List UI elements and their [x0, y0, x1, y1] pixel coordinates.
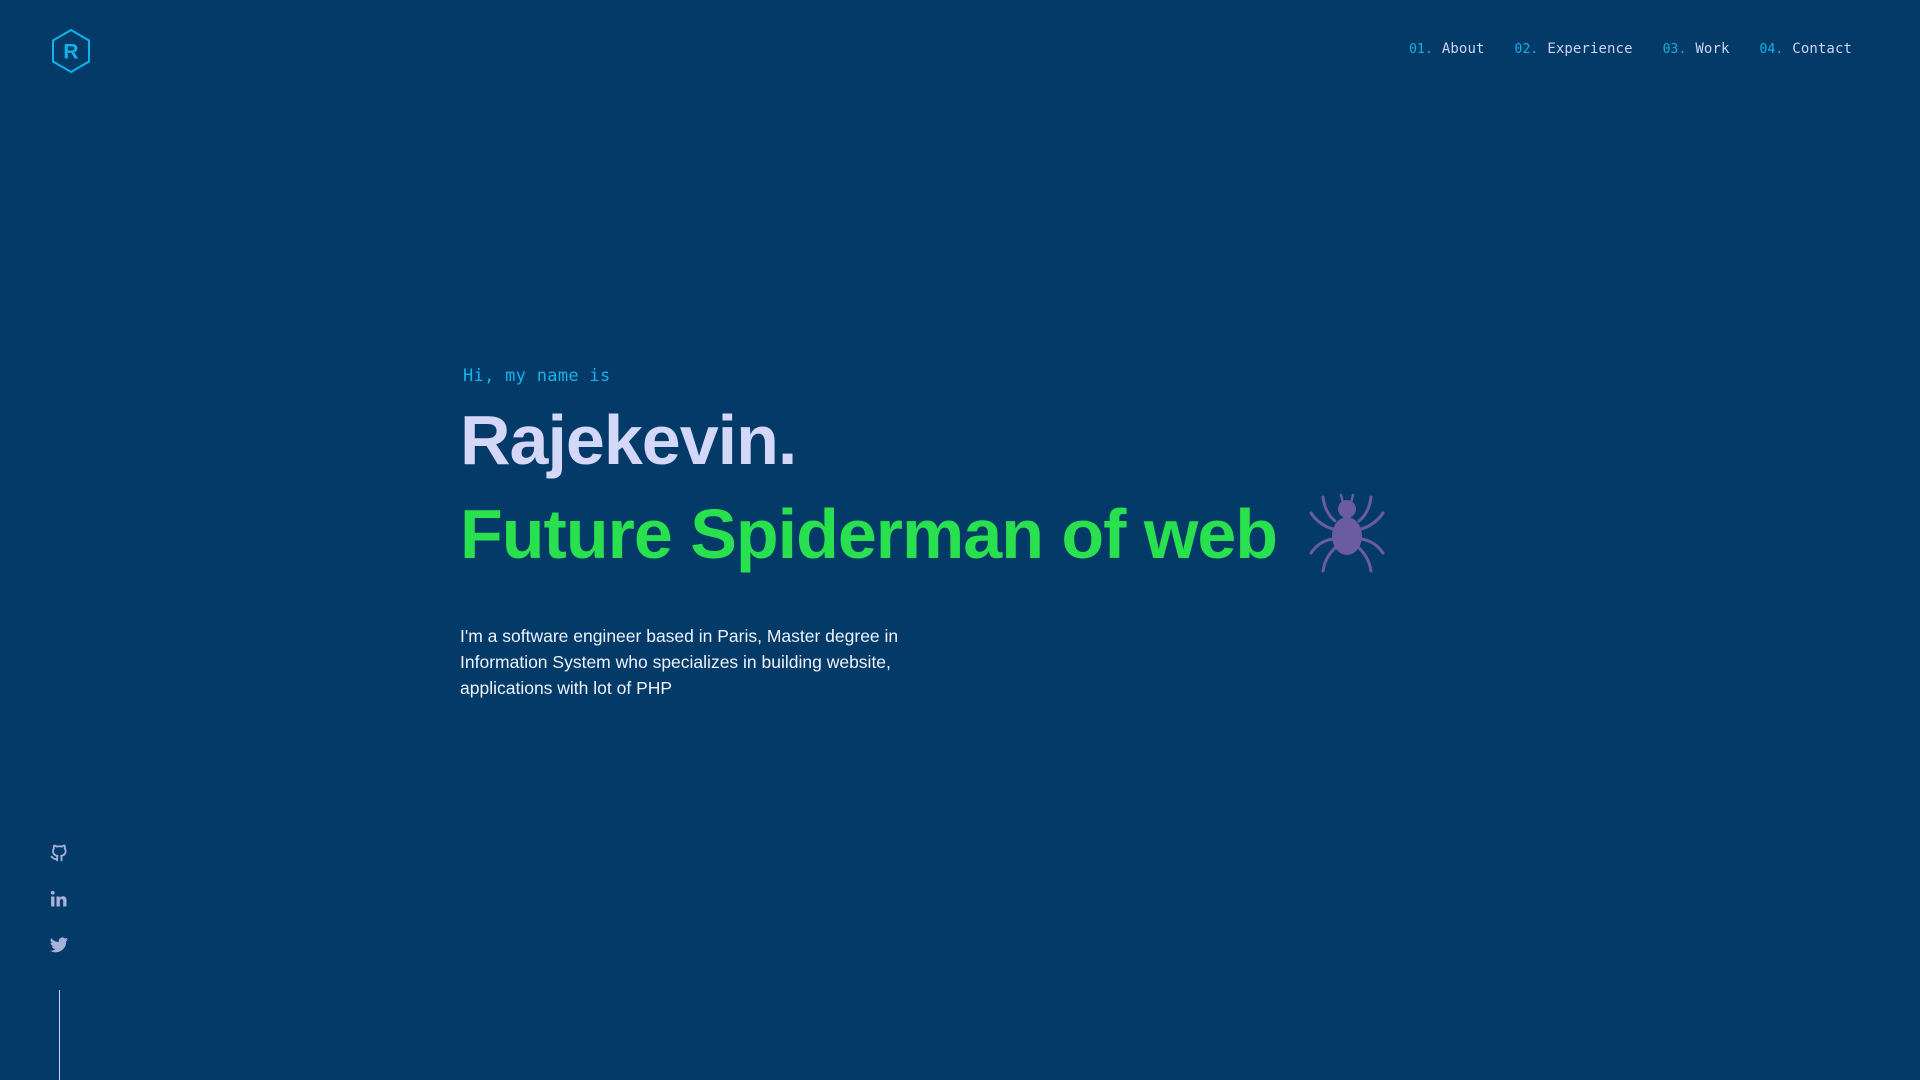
social-links: [48, 843, 70, 956]
hero-name: Rajekevin.: [460, 401, 797, 479]
hero-greeting: Hi, my name is: [463, 366, 611, 386]
hero-section: Hi, my name is Rajekevin. Future Spiderm…: [460, 366, 1460, 719]
nav-label: Work: [1695, 41, 1730, 57]
github-icon: [50, 844, 67, 862]
nav-item-experience[interactable]: 02. Experience: [1515, 41, 1633, 57]
page: R 01. About 02. Experience 03. Work 04. …: [0, 0, 1920, 1080]
hero-tagline-row: Future Spiderman of web: [460, 493, 1460, 573]
logo-letter: R: [63, 41, 78, 64]
nav-item-work[interactable]: 03. Work: [1663, 41, 1730, 57]
hero-tagline: Future Spiderman of web: [460, 495, 1278, 573]
nav-number: 02.: [1514, 42, 1539, 57]
logo-link[interactable]: R: [50, 28, 92, 74]
twitter-icon: [49, 937, 69, 953]
hexagon-logo-icon: R: [52, 28, 90, 74]
nav-label: Experience: [1547, 41, 1633, 57]
nav-item-about[interactable]: 01. About: [1409, 41, 1484, 57]
nav-label: Contact: [1792, 41, 1852, 57]
social-divider-line: [59, 990, 60, 1080]
nav-number: 03.: [1662, 42, 1687, 57]
main-nav: 01. About 02. Experience 03. Work 04. Co…: [1409, 41, 1852, 57]
nav-label: About: [1441, 41, 1485, 57]
linkedin-icon: [50, 890, 67, 907]
linkedin-link[interactable]: [48, 889, 70, 910]
nav-number: 04.: [1759, 42, 1784, 57]
nav-number: 01.: [1409, 42, 1433, 57]
twitter-link[interactable]: [48, 935, 70, 956]
hero-bio: I'm a software engineer based in Paris, …: [460, 626, 899, 698]
nav-item-contact[interactable]: 04. Contact: [1760, 41, 1852, 57]
spider-icon: [1307, 491, 1387, 573]
github-link[interactable]: [48, 843, 70, 864]
